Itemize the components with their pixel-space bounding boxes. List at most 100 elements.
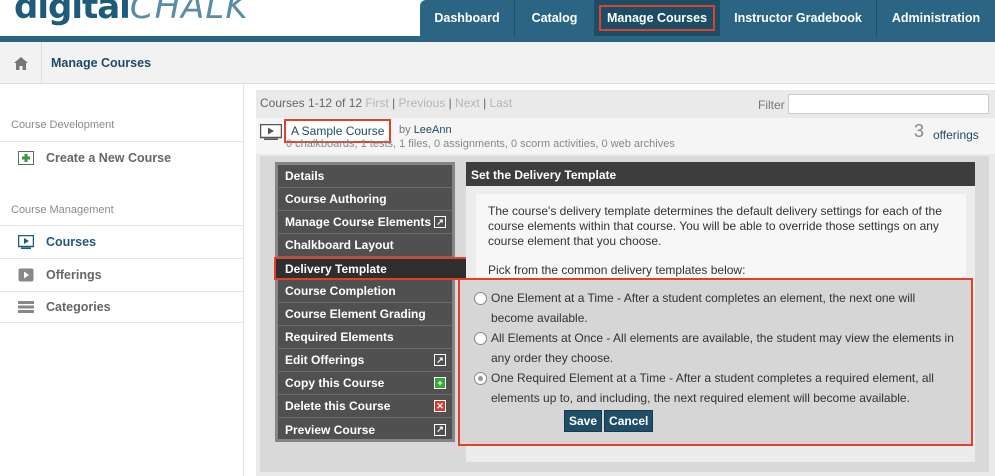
menu-item-label: Preview Course <box>285 422 376 437</box>
menu-item-label: Course Element Grading <box>285 307 426 321</box>
courses-icon <box>18 234 34 249</box>
offerings-count: 3 <box>914 121 925 141</box>
menu-item-copy-course[interactable]: Copy this Course + <box>278 372 452 395</box>
menu-item-delivery-template[interactable]: Delivery Template <box>274 257 470 280</box>
sidebar-item-categories[interactable]: Categories <box>0 291 244 323</box>
author-link[interactable]: LeeAnn <box>414 124 452 136</box>
menu-item-label: Delete this Course <box>285 399 391 413</box>
menu-item-label: Chalkboard Layout <box>285 238 394 252</box>
menu-item-label: Required Elements <box>285 330 394 344</box>
pager-summary: Courses 1-12 of 12 <box>260 96 363 110</box>
categories-icon <box>18 300 34 314</box>
course-video-icon <box>260 124 282 140</box>
pager-separator: | <box>448 96 452 110</box>
menu-item-label: Copy this Course <box>285 376 385 390</box>
delivery-description-box: The course's delivery template determine… <box>476 194 966 284</box>
sidebar: Course Development Create a New Course C… <box>0 85 244 476</box>
menu-item-course-element-grading[interactable]: Course Element Grading <box>278 303 452 326</box>
filter-input[interactable] <box>788 94 989 114</box>
tab-dashboard[interactable]: Dashboard <box>420 0 515 36</box>
top-navigation: Dashboard Catalog Manage Courses Instruc… <box>420 0 995 36</box>
pager-separator: | <box>392 96 396 110</box>
course-stats: 0 chalkboards, 1 tests, 1 files, 0 assig… <box>286 138 675 150</box>
tab-manage-courses[interactable]: Manage Courses <box>595 0 720 36</box>
sidebar-item-courses[interactable]: Courses <box>0 225 244 257</box>
delivery-description: The course's delivery template determine… <box>488 204 942 248</box>
add-course-icon <box>18 150 34 165</box>
pager-previous-link[interactable]: Previous <box>399 96 446 110</box>
home-icon <box>13 56 28 70</box>
delivery-prompt: Pick from the common delivery templates … <box>488 263 746 277</box>
external-link-icon: ↗ <box>434 216 446 228</box>
delivery-option[interactable]: One Element at a Time - After a student … <box>474 288 961 328</box>
menu-item-preview-course[interactable]: Preview Course ↗ <box>278 418 452 441</box>
main-content: Courses 1-12 of 12 First | Previous | Ne… <box>256 90 995 476</box>
radio-one-required-element[interactable] <box>474 372 487 385</box>
offerings-icon <box>18 268 34 282</box>
radio-one-element[interactable] <box>474 292 487 305</box>
app-header: digitalCHALK Dashboard Catalog Manage Co… <box>0 0 995 42</box>
home-button[interactable] <box>0 42 42 84</box>
sidebar-item-offerings[interactable]: Offerings <box>0 258 244 290</box>
tab-instructor-gradebook[interactable]: Instructor Gradebook <box>720 0 877 36</box>
menu-item-required-elements[interactable]: Required Elements <box>278 326 452 349</box>
course-menu: Details Course Authoring Manage Course E… <box>274 162 470 442</box>
menu-item-label: Manage Course Elements <box>285 215 432 229</box>
pager: Courses 1-12 of 12 First | Previous | Ne… <box>260 96 512 110</box>
option-label: One Required Element at a Time - After a… <box>491 371 934 405</box>
menu-item-edit-offerings[interactable]: Edit Offerings ↗ <box>278 349 452 372</box>
sidebar-item-label: Offerings <box>46 267 102 282</box>
menu-item-label: Details <box>285 169 325 183</box>
tab-administration[interactable]: Administration <box>877 0 995 36</box>
save-button[interactable]: Save <box>564 410 603 432</box>
plus-icon: + <box>434 377 446 389</box>
filter-label: Filter <box>758 98 785 112</box>
sidebar-item-label: Categories <box>46 300 111 314</box>
sidebar-item-label: Create a New Course <box>46 150 172 165</box>
option-label: One Element at a Time - After a student … <box>491 291 916 325</box>
pager-last-link[interactable]: Last <box>490 96 513 110</box>
delivery-options: One Element at a Time - After a student … <box>458 278 973 446</box>
tab-label: Dashboard <box>434 11 500 25</box>
tab-label: Instructor Gradebook <box>734 11 862 25</box>
external-link-icon: ↗ <box>434 423 446 436</box>
pager-separator: | <box>483 96 487 110</box>
logo-main-text: digital <box>14 0 131 27</box>
menu-item-manage-course-elements[interactable]: Manage Course Elements ↗ <box>278 211 452 234</box>
course-detail-panel: Details Course Authoring Manage Course E… <box>260 156 989 472</box>
tab-label: Administration <box>891 11 981 25</box>
section-title: Set the Delivery Template <box>466 162 975 186</box>
option-label: All Elements at Once - All elements are … <box>491 331 954 365</box>
menu-item-chalkboard-layout[interactable]: Chalkboard Layout <box>278 234 452 257</box>
course-author-line: by LeeAnn <box>399 124 452 136</box>
offerings-link[interactable]: offerings <box>933 128 979 142</box>
course-row[interactable]: A Sample Course by LeeAnn 0 chalkboards,… <box>256 118 995 154</box>
external-link-icon: ↗ <box>434 354 446 366</box>
delete-x-icon: ✕ <box>434 400 446 412</box>
menu-item-label: Course Completion <box>285 284 396 298</box>
sidebar-item-label: Courses <box>46 234 97 249</box>
delivery-template-panel: Set the Delivery Template The course's d… <box>458 162 975 462</box>
menu-item-course-authoring[interactable]: Course Authoring <box>278 188 452 211</box>
radio-all-elements[interactable] <box>474 332 487 345</box>
breadcrumb: Manage Courses <box>0 42 995 84</box>
sidebar-heading-course-management: Course Management <box>11 204 114 216</box>
menu-item-course-completion[interactable]: Course Completion <box>278 280 452 303</box>
pager-next-link[interactable]: Next <box>455 96 480 110</box>
sidebar-heading-course-development: Course Development <box>11 119 115 131</box>
delivery-option[interactable]: One Required Element at a Time - After a… <box>474 368 961 408</box>
logo-accent-text: CHALK <box>129 0 249 27</box>
menu-item-label: Course Authoring <box>285 192 387 206</box>
tab-catalog[interactable]: Catalog <box>515 0 595 36</box>
delivery-option[interactable]: All Elements at Once - All elements are … <box>474 328 961 368</box>
menu-item-details[interactable]: Details <box>278 165 452 188</box>
form-buttons: Save Cancel <box>564 410 654 432</box>
page-title: Manage Courses <box>51 56 152 70</box>
menu-item-label: Delivery Template <box>285 261 387 276</box>
digitalchalk-logo[interactable]: digitalCHALK <box>14 0 249 27</box>
pager-first-link[interactable]: First <box>365 96 388 110</box>
author-prefix: by <box>399 124 411 136</box>
sidebar-item-create-course[interactable]: Create a New Course <box>0 141 244 173</box>
cancel-button[interactable]: Cancel <box>604 410 654 432</box>
menu-item-delete-course[interactable]: Delete this Course ✕ <box>278 395 452 418</box>
